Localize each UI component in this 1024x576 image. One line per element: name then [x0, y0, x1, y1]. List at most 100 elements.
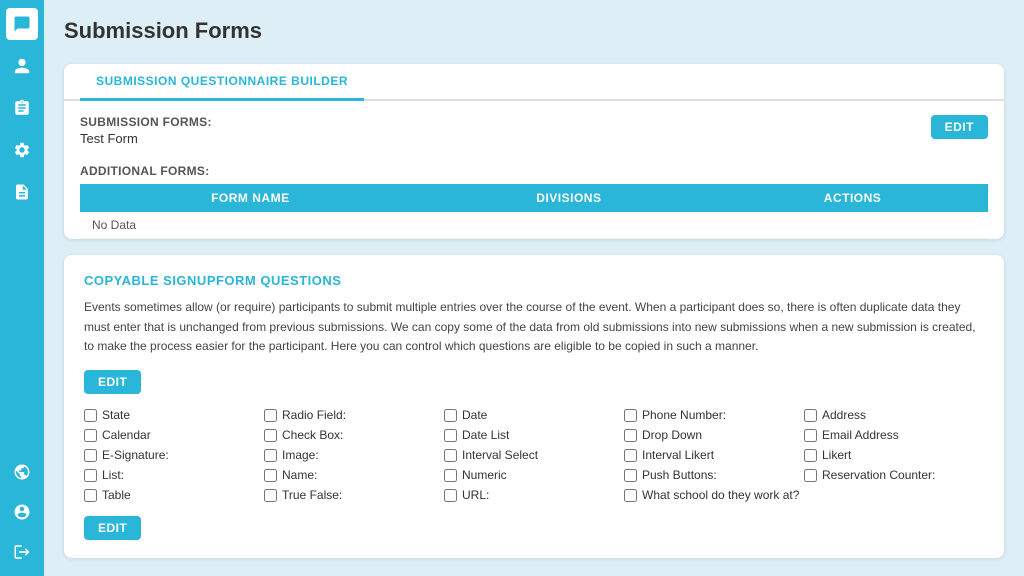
person-icon[interactable]: [6, 50, 38, 82]
submission-forms-row: SUBMISSION FORMS: Test Form EDIT: [80, 115, 988, 154]
checkbox-true-false-input[interactable]: [264, 489, 277, 502]
checkbox-radio-field-input[interactable]: [264, 409, 277, 422]
checkbox-phone-number-input[interactable]: [624, 409, 637, 422]
checkbox-check-box: Check Box:: [264, 428, 444, 442]
checkbox-calendar: Calendar: [84, 428, 264, 442]
checkbox-name-label: Name:: [282, 468, 317, 482]
checkbox-date-label: Date: [462, 408, 487, 422]
actions-cell: [717, 212, 988, 239]
checkbox-image: Image:: [264, 448, 444, 462]
checkbox-name: Name:: [264, 468, 444, 482]
checkbox-url-input[interactable]: [444, 489, 457, 502]
test-form-value: Test Form: [80, 131, 212, 146]
checkbox-date-input[interactable]: [444, 409, 457, 422]
checkbox-drop-down-input[interactable]: [624, 429, 637, 442]
checkbox-date-list-input[interactable]: [444, 429, 457, 442]
tab-submission-questionnaire[interactable]: SUBMISSION QUESTIONNAIRE BUILDER: [80, 64, 364, 101]
main-content: Submission Forms SUBMISSION QUESTIONNAIR…: [44, 0, 1024, 576]
checkbox-date: Date: [444, 408, 624, 422]
checkbox-address: Address: [804, 408, 984, 422]
checkbox-interval-likert-label: Interval Likert: [642, 448, 714, 462]
checkbox-true-false-label: True False:: [282, 488, 342, 502]
submission-forms-label: SUBMISSION FORMS:: [80, 115, 212, 129]
checkbox-calendar-label: Calendar: [102, 428, 151, 442]
checkbox-school-input[interactable]: [624, 489, 637, 502]
checkbox-likert-label: Likert: [822, 448, 851, 462]
checkbox-e-signature-label: E-Signature:: [102, 448, 169, 462]
checkbox-state: State: [84, 408, 264, 422]
checkbox-list: List:: [84, 468, 264, 482]
checkbox-state-input[interactable]: [84, 409, 97, 422]
checkbox-address-label: Address: [822, 408, 866, 422]
checkbox-table-input[interactable]: [84, 489, 97, 502]
checkbox-true-false: True False:: [264, 488, 444, 502]
copyable-questions-card: COPYABLE SIGNUPFORM QUESTIONS Events som…: [64, 255, 1004, 558]
checkbox-numeric-label: Numeric: [462, 468, 507, 482]
checkbox-interval-likert-input[interactable]: [624, 449, 637, 462]
checkbox-table-label: Table: [102, 488, 131, 502]
col-actions: ACTIONS: [717, 184, 988, 212]
document-icon[interactable]: [6, 176, 38, 208]
checkbox-reservation-counter-input[interactable]: [804, 469, 817, 482]
additional-forms-table: FORM NAME DIVISIONS ACTIONS No Data: [80, 184, 988, 239]
edit-button-top[interactable]: EDIT: [931, 115, 988, 139]
chat-icon[interactable]: [6, 8, 38, 40]
checkbox-phone-number: Phone Number:: [624, 408, 804, 422]
checkbox-url: URL:: [444, 488, 624, 502]
checkbox-email-address-label: Email Address: [822, 428, 899, 442]
submission-forms-card: SUBMISSION QUESTIONNAIRE BUILDER SUBMISS…: [64, 64, 1004, 239]
checkbox-grid: State Radio Field: Date Phone Number: Ad…: [84, 408, 984, 502]
checkbox-email-address: Email Address: [804, 428, 984, 442]
checkbox-push-buttons-input[interactable]: [624, 469, 637, 482]
checkbox-check-box-label: Check Box:: [282, 428, 343, 442]
checkbox-list-label: List:: [102, 468, 124, 482]
checkbox-interval-likert: Interval Likert: [624, 448, 804, 462]
checkbox-address-input[interactable]: [804, 409, 817, 422]
logout-icon[interactable]: [6, 536, 38, 568]
checkbox-drop-down: Drop Down: [624, 428, 804, 442]
card1-body: SUBMISSION FORMS: Test Form EDIT ADDITIO…: [64, 101, 1004, 239]
checkbox-list-input[interactable]: [84, 469, 97, 482]
checkbox-url-label: URL:: [462, 488, 489, 502]
checkbox-date-list: Date List: [444, 428, 624, 442]
checkbox-reservation-counter-label: Reservation Counter:: [822, 468, 935, 482]
checkbox-numeric-input[interactable]: [444, 469, 457, 482]
checkbox-radio-field: Radio Field:: [264, 408, 444, 422]
checkbox-interval-select-input[interactable]: [444, 449, 457, 462]
gear-icon[interactable]: [6, 134, 38, 166]
divisions-cell: [421, 212, 717, 239]
submission-forms-section: SUBMISSION FORMS: Test Form: [80, 115, 212, 154]
checkbox-phone-number-label: Phone Number:: [642, 408, 726, 422]
checkbox-numeric: Numeric: [444, 468, 624, 482]
checkbox-image-input[interactable]: [264, 449, 277, 462]
page-title: Submission Forms: [64, 18, 1004, 44]
checkbox-reservation-counter: Reservation Counter:: [804, 468, 984, 482]
checkbox-e-signature-input[interactable]: [84, 449, 97, 462]
section-title: COPYABLE SIGNUPFORM QUESTIONS: [84, 273, 984, 288]
checkbox-radio-field-label: Radio Field:: [282, 408, 346, 422]
checkbox-drop-down-label: Drop Down: [642, 428, 702, 442]
additional-forms-label: ADDITIONAL FORMS:: [80, 164, 988, 178]
col-form-name: FORM NAME: [80, 184, 421, 212]
checkbox-likert-input[interactable]: [804, 449, 817, 462]
checkbox-check-box-input[interactable]: [264, 429, 277, 442]
edit-button-copyable-top[interactable]: EDIT: [84, 370, 141, 394]
checkbox-email-address-input[interactable]: [804, 429, 817, 442]
checkbox-school-label: What school do they work at?: [642, 488, 799, 502]
checkbox-date-list-label: Date List: [462, 428, 509, 442]
checkbox-empty: [804, 488, 984, 502]
checkbox-likert: Likert: [804, 448, 984, 462]
checkbox-image-label: Image:: [282, 448, 319, 462]
description-text: Events sometimes allow (or require) part…: [84, 298, 984, 356]
no-data-cell: No Data: [80, 212, 421, 239]
checkbox-name-input[interactable]: [264, 469, 277, 482]
checkbox-push-buttons: Push Buttons:: [624, 468, 804, 482]
clipboard-icon[interactable]: [6, 92, 38, 124]
checkbox-interval-select-label: Interval Select: [462, 448, 538, 462]
col-divisions: DIVISIONS: [421, 184, 717, 212]
user-circle-icon[interactable]: [6, 496, 38, 528]
checkbox-calendar-input[interactable]: [84, 429, 97, 442]
checkbox-table: Table: [84, 488, 264, 502]
globe-icon[interactable]: [6, 456, 38, 488]
edit-button-copyable-bottom[interactable]: EDIT: [84, 516, 141, 540]
